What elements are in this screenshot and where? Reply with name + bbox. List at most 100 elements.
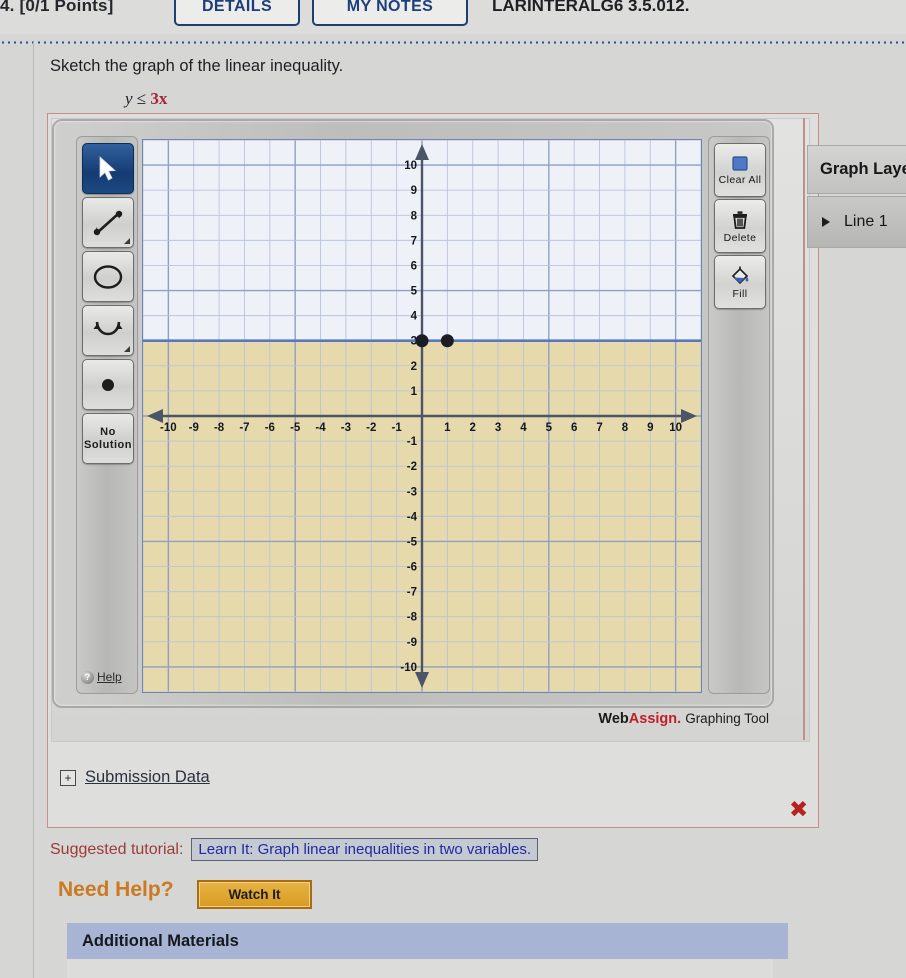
question-equation: y ≤ 3x — [125, 89, 167, 109]
svg-text:9: 9 — [411, 185, 417, 197]
fill-label: Fill — [732, 287, 748, 300]
additional-materials-header: Additional Materials — [67, 923, 788, 959]
submission-data-label[interactable]: Submission Data — [85, 768, 210, 787]
graph-canvas[interactable]: -10 -9 -8 -7 -6 -5 -4 -3 -2 -1 1 2 3 4 5 6 7 8 9 10 -10 -9 -8 -… — [142, 139, 702, 693]
svg-text:1: 1 — [411, 386, 418, 398]
graph-layer-item-line-1[interactable]: Line 1 — [807, 196, 906, 248]
svg-text:-7: -7 — [239, 422, 249, 434]
tab-details-label: DETAILS — [201, 0, 273, 15]
tool-parabola-options-corner[interactable] — [124, 346, 130, 352]
clear-all-label: Clear All — [718, 173, 762, 186]
suggested-tutorial-row: Suggested tutorial: Learn It: Graph line… — [50, 838, 539, 861]
chevron-right-icon[interactable] — [822, 217, 830, 227]
tool-circle-button[interactable] — [82, 251, 134, 302]
delete-button[interactable]: Delete — [714, 199, 766, 253]
plus-box-icon[interactable]: + — [60, 769, 76, 786]
svg-text:2: 2 — [470, 422, 476, 434]
tool-parabola-button[interactable] — [82, 305, 134, 356]
blue-square-icon — [732, 155, 748, 171]
svg-text:-2: -2 — [407, 461, 417, 473]
delete-label: Delete — [723, 231, 757, 244]
help-label: Help — [97, 670, 122, 684]
top-status-bar: 4. [0/1 Points] DETAILS MY NOTES LARINTE… — [0, 0, 906, 34]
tutorial-link-button[interactable]: Learn It: Graph linear inequalities in t… — [191, 838, 539, 861]
svg-text:6: 6 — [411, 260, 417, 272]
tool-line-button[interactable] — [82, 197, 134, 248]
svg-text:-3: -3 — [341, 422, 351, 434]
tool-select-button[interactable] — [82, 143, 134, 194]
equation-rhs: 3x — [150, 89, 168, 108]
svg-text:3: 3 — [495, 422, 501, 434]
svg-text:-5: -5 — [407, 536, 418, 548]
svg-text:10: 10 — [669, 422, 682, 434]
tab-details[interactable]: DETAILS — [174, 0, 300, 26]
svg-text:8: 8 — [411, 210, 418, 222]
tab-my-notes-label: MY NOTES — [346, 0, 434, 15]
parabola-icon — [93, 321, 123, 335]
svg-text:-10: -10 — [160, 422, 177, 434]
help-button[interactable]: ? Help — [81, 667, 133, 687]
svg-text:5: 5 — [546, 422, 553, 434]
cursor-arrow-icon — [99, 155, 116, 181]
tool-no-solution-button[interactable]: No Solution — [82, 413, 134, 464]
question-code: LARINTERALG6 3.5.012. — [492, 0, 690, 15]
svg-text:-7: -7 — [407, 587, 417, 599]
svg-text:-8: -8 — [214, 422, 225, 434]
question-prompt: Sketch the graph of the linear inequalit… — [50, 57, 344, 75]
tool-no-solution-label: No Solution — [84, 425, 132, 451]
points-label: 4. [0/1 Points] — [0, 0, 114, 15]
svg-text:-1: -1 — [392, 422, 403, 434]
credit-assign: Assign. — [628, 711, 682, 727]
coordinate-plane: -10 -9 -8 -7 -6 -5 -4 -3 -2 -1 1 2 3 4 5 6 7 8 9 10 -10 -9 -8 -… — [143, 140, 701, 692]
svg-text:-3: -3 — [407, 486, 417, 498]
circle-icon — [93, 264, 123, 289]
tab-my-notes[interactable]: MY NOTES — [312, 0, 468, 26]
tool-line-options-corner[interactable] — [124, 238, 130, 244]
question-mark-icon: ? — [81, 670, 94, 684]
drawing-tools-column: No Solution ? Help — [76, 136, 138, 694]
svg-text:8: 8 — [622, 422, 629, 434]
svg-text:2: 2 — [411, 361, 417, 373]
watch-it-button[interactable]: Watch It — [197, 880, 312, 909]
double-arrow-line-icon — [93, 210, 123, 235]
webassign-credit: WebAssign. Graphing Tool — [598, 711, 769, 727]
svg-text:-9: -9 — [189, 422, 199, 434]
graph-layers-panel: Graph Layers Line 1 — [807, 145, 906, 262]
svg-text:-2: -2 — [366, 422, 376, 434]
svg-text:-10: -10 — [400, 662, 417, 674]
layers-panel-divider — [803, 118, 805, 740]
fill-button[interactable]: Fill — [714, 255, 766, 309]
svg-text:4: 4 — [520, 422, 527, 434]
graphing-tool-panel: No Solution ? Help -10 -9 -8 -7 -6 -5 -4 -3 -2 -1… — [51, 118, 810, 742]
svg-text:10: 10 — [404, 160, 417, 172]
graph-layers-title: Graph Layers — [807, 145, 906, 194]
tool-point-button[interactable] — [82, 359, 134, 410]
svg-text:7: 7 — [596, 422, 602, 434]
graphing-tool-frame: No Solution ? Help -10 -9 -8 -7 -6 -5 -4 -3 -2 -1… — [52, 119, 774, 708]
svg-text:-8: -8 — [407, 612, 418, 624]
paint-bucket-icon — [731, 266, 749, 284]
equation-relation: ≤ — [136, 89, 147, 108]
svg-text:4: 4 — [411, 311, 418, 323]
action-tools-column: Clear All Delete Fill — [708, 136, 770, 694]
filled-dot-icon — [102, 378, 114, 391]
svg-text:-4: -4 — [315, 422, 326, 434]
svg-text:-4: -4 — [407, 511, 418, 523]
incorrect-x-icon: ✖ — [789, 797, 809, 823]
left-margin-rule — [33, 42, 34, 978]
need-help-label: Need Help? — [58, 878, 174, 901]
additional-materials-body — [67, 959, 773, 978]
clear-all-button[interactable]: Clear All — [714, 143, 766, 197]
equation-lhs: y — [125, 89, 133, 108]
trash-icon — [733, 210, 747, 229]
svg-text:1: 1 — [444, 422, 451, 434]
svg-text:7: 7 — [411, 235, 417, 247]
svg-text:-6: -6 — [265, 422, 275, 434]
svg-text:5: 5 — [411, 286, 418, 298]
credit-tool-label: Graphing Tool — [685, 711, 769, 726]
graph-layer-label: Line 1 — [844, 213, 888, 230]
submission-data-toggle[interactable]: + Submission Data — [60, 768, 210, 787]
svg-text:-6: -6 — [407, 562, 417, 574]
credit-web: Web — [598, 711, 629, 727]
svg-text:-9: -9 — [407, 637, 417, 649]
